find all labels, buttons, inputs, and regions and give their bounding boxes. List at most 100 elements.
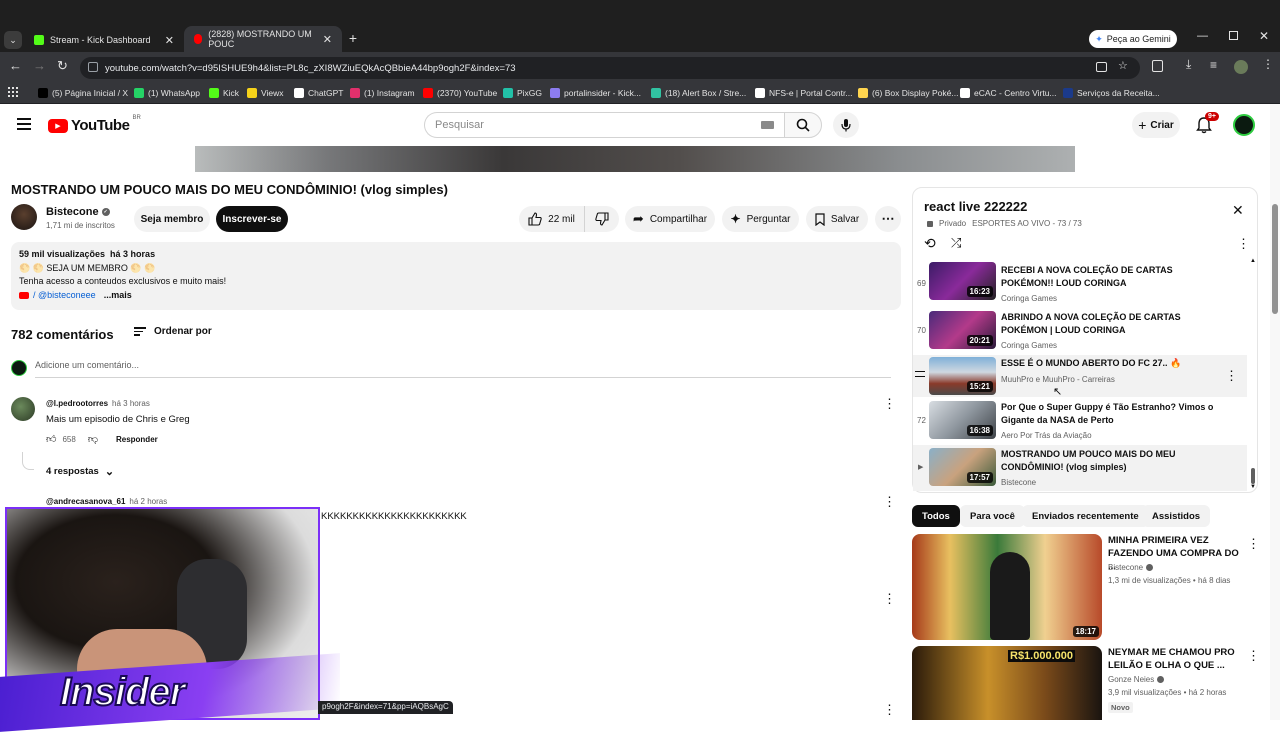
reload-icon[interactable]: ↻ — [57, 58, 68, 74]
playlist-title[interactable]: react live 222222 — [924, 199, 1027, 214]
tab-close-button[interactable]: ✕ — [323, 33, 332, 46]
save-button[interactable]: Salvar — [806, 206, 868, 232]
tab-youtube-video[interactable]: (2828) MOSTRANDO UM POUC ✕ — [184, 26, 342, 52]
maximize-button[interactable] — [1229, 31, 1238, 40]
create-button[interactable]: + Criar — [1132, 112, 1180, 138]
more-actions-button[interactable]: ⋯ — [875, 206, 901, 232]
bookmark-item[interactable]: (1) WhatsApp — [134, 82, 200, 104]
drag-handle-icon[interactable] — [915, 371, 925, 377]
new-tab-button[interactable]: + — [346, 30, 360, 48]
bookmark-item[interactable]: (18) Alert Box / Stre... — [651, 82, 746, 104]
downloads-icon[interactable]: ⤓ — [1186, 57, 1191, 72]
chip-for-you[interactable]: Para você — [960, 505, 1025, 527]
playlist-item[interactable]: 70 20:21 ABRINDO A NOVA COLEÇÃO DE CARTA… — [913, 309, 1247, 351]
tab-list-button[interactable]: ⌄ — [4, 31, 22, 49]
item-menu-icon[interactable]: ⋮ — [1225, 368, 1238, 384]
comment-time[interactable]: há 2 horas — [129, 497, 167, 506]
keyboard-icon[interactable] — [761, 121, 774, 129]
profile-avatar[interactable] — [1234, 60, 1248, 74]
minimize-button[interactable]: — — [1197, 30, 1208, 42]
subscribe-button[interactable]: Inscrever-se — [216, 206, 288, 232]
bookmark-item[interactable]: portalinsider - Kick... — [550, 82, 641, 104]
comment-author[interactable]: @l.pedrootorres — [46, 399, 108, 408]
bookmark-item[interactable]: NFS-e | Portal Contr... — [755, 82, 852, 104]
search-button[interactable] — [784, 112, 822, 138]
scroll-thumb[interactable] — [1272, 204, 1278, 314]
reply-button[interactable]: Responder — [116, 435, 158, 444]
tab-kick-dashboard[interactable]: Stream - Kick Dashboard ✕ — [24, 28, 184, 52]
bookmark-item[interactable]: Kick — [209, 82, 239, 104]
scroll-up-icon[interactable]: ▲ — [1250, 258, 1256, 264]
youtube-logo[interactable]: ▶ YouTube BR — [48, 115, 141, 134]
comment-menu-icon[interactable]: ⋮ — [883, 591, 896, 607]
address-bar[interactable]: youtube.com/watch?v=d95ISHUE9h4&list=PL8… — [80, 57, 1140, 79]
dislike-button[interactable] — [585, 206, 619, 232]
chip-watched[interactable]: Assistidos — [1142, 505, 1211, 527]
search-input[interactable]: Pesquisar — [424, 112, 784, 138]
install-app-icon[interactable] — [1096, 62, 1107, 72]
playlist-item[interactable]: 69 16:23 RECEBI A NOVA COLEÇÃO DE CARTAS… — [913, 262, 1247, 304]
playlist-scrollbar[interactable] — [1251, 468, 1255, 484]
shuffle-icon[interactable]: ⤮ — [951, 235, 961, 251]
bookmark-item[interactable]: (6) Box Display Poké... — [858, 82, 958, 104]
playlist-item-hovered[interactable]: 15:21 ESSE É O MUNDO ABERTO DO FC 27.. 🔥… — [913, 355, 1247, 398]
loop-icon[interactable]: ⟲ — [924, 235, 936, 252]
bookmark-star-icon[interactable]: ☆ — [1118, 59, 1128, 72]
bookmark-item[interactable]: (5) Página Inicial / X — [38, 82, 128, 104]
comment-menu-icon[interactable]: ⋮ — [883, 396, 896, 412]
account-avatar[interactable] — [1233, 114, 1255, 136]
recommended-video[interactable]: 18:17 MINHA PRIMEIRA VEZ FAZENDO UMA COM… — [912, 534, 1260, 642]
description-link[interactable]: / @bisteconeee — [33, 289, 96, 303]
recommended-menu-icon[interactable]: ⋮ — [1247, 648, 1258, 664]
gemini-button[interactable]: ✦ Peça ao Gemini — [1089, 30, 1177, 48]
scroll-down-icon[interactable]: ▼ — [1250, 484, 1256, 490]
playlist-item[interactable]: 72 16:38 Por Que o Super Guppy é Tão Est… — [913, 399, 1247, 441]
playlist-item-current[interactable]: ▶ 17:57 MOSTRANDO UM POUCO MAIS DO MEU C… — [913, 445, 1247, 491]
comment-menu-icon[interactable]: ⋮ — [883, 702, 896, 718]
apps-icon[interactable] — [8, 87, 18, 97]
chip-all[interactable]: Todos — [912, 505, 960, 527]
share-button[interactable]: ➦ Compartilhar — [625, 206, 715, 232]
bookmark-item[interactable]: eCAC - Centro Virtu... — [960, 82, 1057, 104]
back-icon[interactable]: ← — [9, 58, 22, 73]
comment-avatar[interactable] — [11, 397, 35, 421]
site-info-icon[interactable] — [88, 62, 98, 72]
channel-name[interactable]: Bistecone ✓ — [46, 206, 110, 218]
bookmark-item[interactable]: Viewx — [247, 82, 284, 104]
extensions-icon[interactable] — [1152, 60, 1163, 72]
bookmark-item[interactable]: ChatGPT — [294, 82, 343, 104]
ask-button[interactable]: ✦ Perguntar — [722, 206, 799, 232]
close-window-button[interactable]: ✕ — [1259, 29, 1269, 43]
description-box[interactable]: 59 mil visualizações há 3 horas 🌕 🌕 SEJA… — [11, 242, 901, 310]
comment-menu-icon[interactable]: ⋮ — [883, 494, 896, 510]
show-more-link[interactable]: ...mais — [104, 289, 132, 303]
playlist-menu-icon[interactable]: ⋮ — [1237, 236, 1250, 252]
voice-search-button[interactable] — [833, 112, 859, 138]
channel-avatar[interactable] — [11, 204, 37, 230]
comment-time[interactable]: há 3 horas — [112, 399, 150, 408]
media-icon[interactable]: ≡ — [1210, 58, 1217, 72]
join-button[interactable]: Seja membro — [134, 206, 210, 232]
bookmark-item[interactable]: (1) Instagram — [350, 82, 415, 104]
bookmark-item[interactable]: PixGG — [503, 82, 542, 104]
recommended-menu-icon[interactable]: ⋮ — [1247, 536, 1260, 552]
forward-icon[interactable]: → — [33, 58, 46, 73]
tab-close-button[interactable]: ✕ — [165, 34, 174, 47]
add-comment-input[interactable]: Adicione um comentário... — [35, 360, 891, 378]
comment-author[interactable]: @andrecasanova_61 — [46, 497, 125, 506]
browser-menu-icon[interactable]: ⋮ — [1262, 57, 1274, 71]
recommended-video[interactable]: R$1.000.000 NEYMAR ME CHAMOU PRO LEILÃO … — [912, 646, 1258, 720]
page-scrollbar[interactable] — [1270, 104, 1280, 720]
comment-like-icon[interactable]: 👍︎ — [46, 433, 56, 445]
bookmark-item[interactable]: Serviços da Receita... — [1063, 82, 1160, 104]
sort-button[interactable]: Ordenar por — [134, 326, 212, 337]
video-player[interactable] — [195, 146, 1075, 172]
menu-icon[interactable] — [17, 118, 31, 130]
chip-recently-uploaded[interactable]: Enviados recentemente — [1022, 505, 1149, 527]
comment-dislike-icon[interactable]: 👎︎ — [88, 433, 98, 445]
show-replies-button[interactable]: 4 respostas ⌄ — [46, 465, 114, 478]
close-playlist-button[interactable]: ✕ — [1232, 202, 1244, 219]
notifications-button[interactable]: 9+ — [1196, 112, 1219, 136]
bookmark-item[interactable]: (2370) YouTube — [423, 82, 497, 104]
like-button[interactable]: 22 mil — [519, 206, 585, 232]
